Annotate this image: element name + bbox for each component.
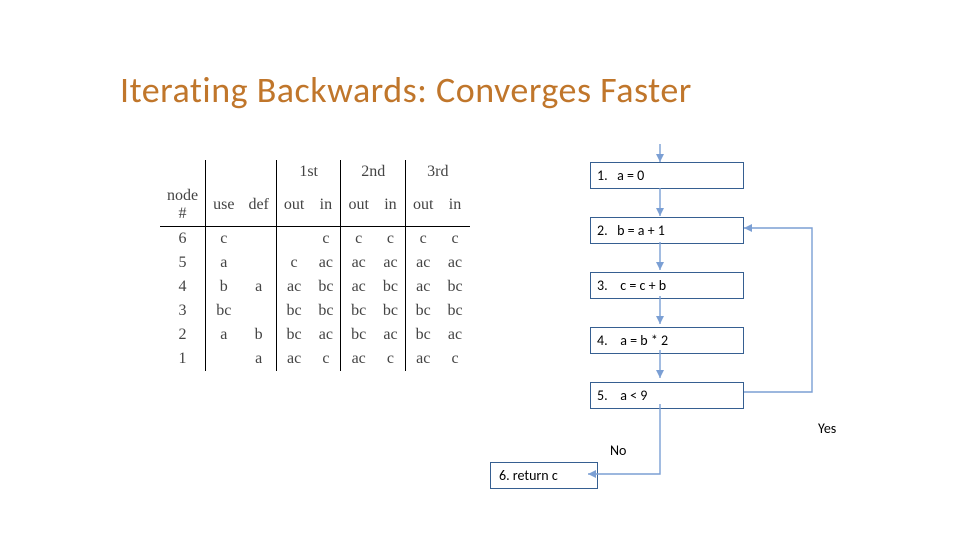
table-row: 3bcbcbcbcbcbcbc	[160, 299, 470, 323]
table-cell: 1	[160, 347, 206, 371]
table-cell: a	[241, 347, 276, 371]
table-cell: a	[241, 275, 276, 299]
table-cell: bc	[206, 299, 242, 323]
table-cell: a	[206, 323, 242, 347]
table-cell: ac	[406, 251, 441, 275]
table-cell: bc	[276, 299, 311, 323]
col-3rd: 3rd	[406, 160, 470, 184]
node-1: 1. a = 0	[590, 162, 744, 189]
node-4: 4. a = b * 2	[590, 327, 744, 354]
table-cell: c	[311, 347, 341, 371]
table-cell	[241, 299, 276, 323]
table-cell: c	[311, 227, 341, 252]
hdr-in: in	[376, 184, 406, 227]
table-cell	[241, 251, 276, 275]
table-cell: ac	[440, 251, 469, 275]
table-cell: ac	[311, 323, 341, 347]
table-cell: bc	[341, 299, 376, 323]
table-cell: ac	[311, 251, 341, 275]
table-cell: ac	[440, 323, 469, 347]
table-cell: bc	[406, 323, 441, 347]
table-cell: 6	[160, 227, 206, 252]
table-cell: a	[206, 251, 242, 275]
node-2: 2. b = a + 1	[590, 217, 744, 244]
table-cell: 5	[160, 251, 206, 275]
table-cell: c	[440, 347, 469, 371]
page-title: Iterating Backwards: Converges Faster	[120, 68, 692, 112]
hdr-use: use	[206, 184, 242, 227]
table-cell	[241, 227, 276, 252]
table-cell: ac	[406, 275, 441, 299]
table-cell: ac	[341, 251, 376, 275]
hdr-in: in	[311, 184, 341, 227]
table-cell: bc	[311, 299, 341, 323]
table-cell: ac	[276, 347, 311, 371]
col-1st: 1st	[276, 160, 341, 184]
node-6: 6. return c	[490, 462, 598, 489]
table-cell: c	[341, 227, 376, 252]
table-row: 4baacbcacbcacbc	[160, 275, 470, 299]
table-cell: c	[440, 227, 469, 252]
table-row: 2abbcacbcacbcac	[160, 323, 470, 347]
table-cell: ac	[341, 275, 376, 299]
hdr-def: def	[241, 184, 276, 227]
liveness-table: 1st 2nd 3rd node # use def out in out in…	[160, 160, 470, 371]
table-cell: bc	[341, 323, 376, 347]
table-row: 1aaccaccacc	[160, 347, 470, 371]
table-cell: bc	[376, 275, 406, 299]
table-cell: bc	[311, 275, 341, 299]
table-cell: c	[406, 227, 441, 252]
table-cell: c	[376, 347, 406, 371]
table-cell: 3	[160, 299, 206, 323]
hdr-node: node #	[160, 184, 206, 227]
hdr-out: out	[341, 184, 376, 227]
table-cell: b	[206, 275, 242, 299]
table-cell: 4	[160, 275, 206, 299]
label-no: No	[610, 442, 626, 459]
table-cell: ac	[376, 251, 406, 275]
table-row: 5acacacacacac	[160, 251, 470, 275]
table-row: 6cccccc	[160, 227, 470, 252]
table-cell: ac	[341, 347, 376, 371]
table-cell: ac	[276, 275, 311, 299]
table-cell: b	[241, 323, 276, 347]
col-2nd: 2nd	[341, 160, 406, 184]
hdr-out: out	[276, 184, 311, 227]
table-cell	[206, 347, 242, 371]
table-cell: bc	[440, 299, 469, 323]
table-cell: c	[376, 227, 406, 252]
hdr-out: out	[406, 184, 441, 227]
table-cell: ac	[376, 323, 406, 347]
table-cell: ac	[406, 347, 441, 371]
node-3: 3. c = c + b	[590, 272, 744, 299]
node-5: 5. a < 9	[590, 382, 744, 409]
table-cell: c	[276, 251, 311, 275]
table-cell: 2	[160, 323, 206, 347]
table-cell: bc	[376, 299, 406, 323]
flowchart: 1. a = 0 2. b = a + 1 3. c = c + b 4. a …	[590, 162, 744, 437]
label-yes: Yes	[818, 420, 836, 437]
table-cell: bc	[276, 323, 311, 347]
table-cell	[276, 227, 311, 252]
table-cell: bc	[440, 275, 469, 299]
table-cell: c	[206, 227, 242, 252]
hdr-in: in	[440, 184, 469, 227]
table-cell: bc	[406, 299, 441, 323]
